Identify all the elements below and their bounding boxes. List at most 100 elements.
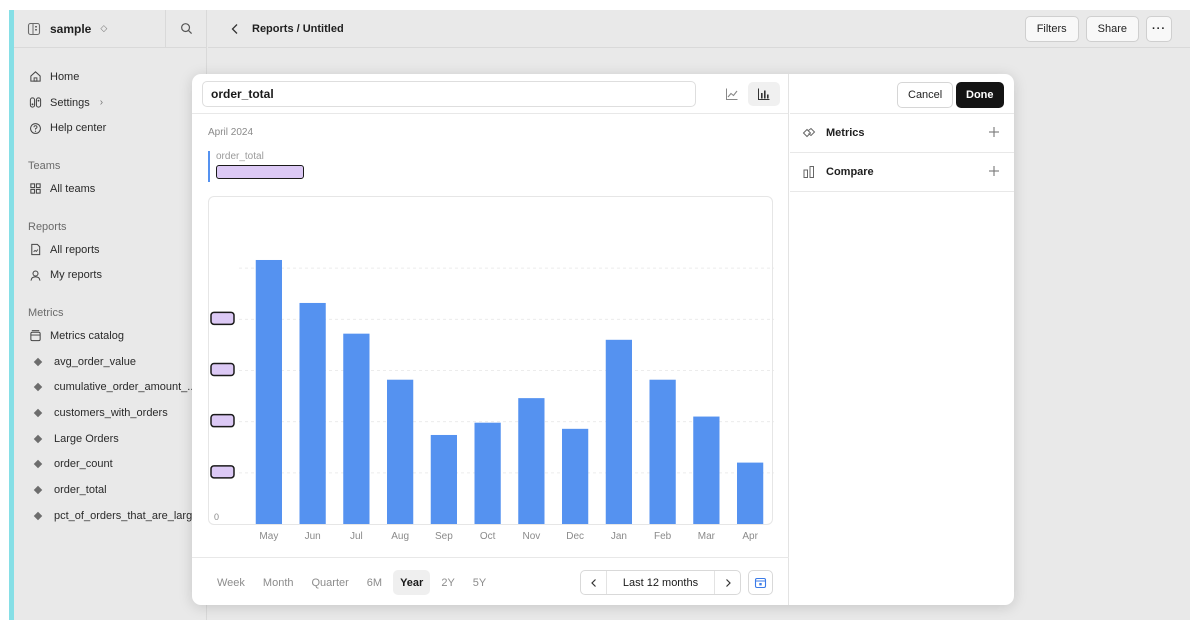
- chart-footer: Week Month Quarter 6M Year 2Y 5Y Last 12 month…: [192, 557, 789, 605]
- legend-series-name: order_total: [216, 151, 264, 162]
- x-tick-label: Oct: [480, 531, 496, 542]
- range-label[interactable]: Last 12 months: [607, 577, 714, 589]
- diamond-icon: [33, 434, 43, 443]
- period-tab-2y[interactable]: 2Y: [434, 570, 461, 595]
- x-tick-label: May: [259, 531, 278, 542]
- chevron-right-icon: [725, 578, 731, 587]
- sidebar-item-all-teams[interactable]: All teams: [9, 176, 207, 202]
- sidebar-item-metric[interactable]: avg_order_value: [9, 349, 207, 375]
- bar-jun[interactable]: [299, 302, 326, 524]
- filters-button[interactable]: Filters: [1024, 16, 1079, 42]
- sidebar-item-my-reports[interactable]: My reports: [9, 262, 207, 288]
- compare-row[interactable]: Compare: [790, 153, 1014, 192]
- sidebar-item-help-center[interactable]: Help center: [9, 115, 207, 141]
- diamond-icon: [33, 511, 43, 521]
- period-tab-6m[interactable]: 6M: [360, 570, 389, 595]
- sidebar-item-all-reports[interactable]: All reports: [9, 237, 207, 263]
- sidebar-item-metric[interactable]: order_count: [9, 452, 207, 478]
- period-tab-year[interactable]: Year: [393, 570, 431, 595]
- workspace-switcher[interactable]: sample ◇: [9, 10, 166, 47]
- more-options-icon[interactable]: ···: [1146, 16, 1172, 42]
- x-tick-label: Apr: [742, 531, 758, 542]
- chevron-left-icon: [590, 578, 596, 587]
- chart-panel: April 2024 order_total May Jun Jul Aug Sep Oc…: [192, 74, 789, 605]
- settings-icon: [29, 97, 42, 108]
- period-tab-5y[interactable]: 5Y: [466, 570, 493, 595]
- bar-feb[interactable]: [649, 379, 676, 524]
- bar-jan[interactable]: [605, 339, 632, 524]
- sidebar-item-label: Help center: [50, 122, 107, 135]
- user-icon: [30, 270, 41, 281]
- redacted-total-value: [216, 165, 304, 179]
- search-icon: [180, 23, 192, 35]
- back-arrow-icon[interactable]: [228, 22, 242, 36]
- x-tick-label: Feb: [654, 531, 672, 542]
- workspace-building-icon: [27, 22, 41, 35]
- sidebar-item-metric[interactable]: pct_of_orders_that_are_large: [9, 503, 207, 529]
- bar-chart: May Jun Jul Aug Sep Oct Nov Dec Jan Feb Mar Apr 0: [208, 196, 774, 542]
- bar-chart-button[interactable]: [748, 82, 780, 106]
- bar-dec[interactable]: [562, 428, 589, 524]
- sidebar-item-metric[interactable]: cumulative_order_amount_...: [9, 375, 207, 401]
- share-button[interactable]: Share: [1085, 16, 1139, 42]
- sidebar-item-metrics-catalog[interactable]: Metrics catalog: [9, 323, 207, 349]
- x-tick-label: Jun: [305, 531, 321, 542]
- sidebar-item-metric[interactable]: customers_with_orders: [9, 400, 207, 426]
- bar-mar[interactable]: [693, 416, 720, 524]
- bar-nov[interactable]: [518, 398, 545, 524]
- bar-jul[interactable]: [343, 333, 370, 524]
- range-prev-button[interactable]: [581, 571, 607, 594]
- bar-oct[interactable]: [474, 422, 501, 524]
- x-tick-label: Mar: [698, 531, 716, 542]
- sidebar-item-label: pct_of_orders_that_are_large: [54, 509, 199, 522]
- cancel-button[interactable]: Cancel: [897, 82, 954, 108]
- report-title-input[interactable]: [202, 81, 696, 107]
- line-chart-button[interactable]: [716, 82, 748, 106]
- sidebar-item-label: Settings: [50, 96, 90, 109]
- x-tick-label: Jan: [611, 531, 627, 542]
- range-next-button[interactable]: [714, 571, 740, 594]
- sidebar: sample ◇ Home Settings › Help center Tea…: [9, 10, 207, 620]
- diamond-icon: [33, 383, 43, 392]
- bar-chart-icon: [758, 88, 770, 100]
- period-tab-month[interactable]: Month: [256, 570, 301, 595]
- calendar-button[interactable]: [748, 570, 773, 595]
- sidebar-item-metric[interactable]: order_total: [9, 477, 207, 503]
- bar-sep[interactable]: [430, 434, 457, 524]
- metrics-icon: [802, 127, 816, 138]
- diamond-icon: [33, 408, 43, 418]
- sidebar-item-label: All reports: [50, 243, 100, 256]
- line-chart-icon: [726, 88, 738, 100]
- bar-may[interactable]: [255, 259, 282, 524]
- sidebar-item-settings[interactable]: Settings ›: [9, 90, 207, 116]
- period-tab-quarter[interactable]: Quarter: [305, 570, 356, 595]
- search-button[interactable]: [166, 10, 206, 47]
- done-button[interactable]: Done: [956, 82, 1004, 108]
- diamond-icon: [33, 357, 43, 366]
- bar-aug[interactable]: [387, 379, 414, 524]
- compare-row-label: Compare: [826, 166, 874, 178]
- add-metric-icon[interactable]: [988, 126, 1000, 138]
- help-icon: [30, 122, 41, 134]
- add-compare-icon[interactable]: [988, 165, 1000, 177]
- y-tick-label: 0: [214, 512, 219, 522]
- chart-canvas: May Jun Jul Aug Sep Oct Nov Dec Jan Feb Mar Apr 0: [210, 259, 774, 542]
- diamond-icon: [33, 460, 43, 469]
- bar-apr[interactable]: [737, 462, 764, 524]
- home-icon: [30, 71, 41, 82]
- sidebar-nav: Home Settings › Help center Teams All te…: [9, 64, 207, 529]
- sidebar-item-label: order_total: [54, 484, 107, 497]
- sidebar-item-label: cumulative_order_amount_...: [54, 381, 197, 394]
- period-tab-week[interactable]: Week: [210, 570, 252, 595]
- chevron-updown-icon: ◇: [100, 23, 108, 33]
- chart-panel-header: [192, 74, 788, 114]
- config-panel: Cancel Done Metrics Compare: [790, 74, 1014, 605]
- period-tabs: Week Month Quarter 6M Year 2Y 5Y: [210, 570, 493, 595]
- sidebar-item-metric[interactable]: Large Orders: [9, 426, 207, 452]
- sidebar-item-home[interactable]: Home: [9, 64, 207, 90]
- app-window: sample ◇ Home Settings › Help center Tea…: [9, 10, 1190, 620]
- sidebar-item-label: avg_order_value: [54, 355, 136, 368]
- compare-icon: [803, 166, 814, 178]
- date-range-picker: Last 12 months: [580, 570, 741, 595]
- metrics-row[interactable]: Metrics: [790, 114, 1014, 153]
